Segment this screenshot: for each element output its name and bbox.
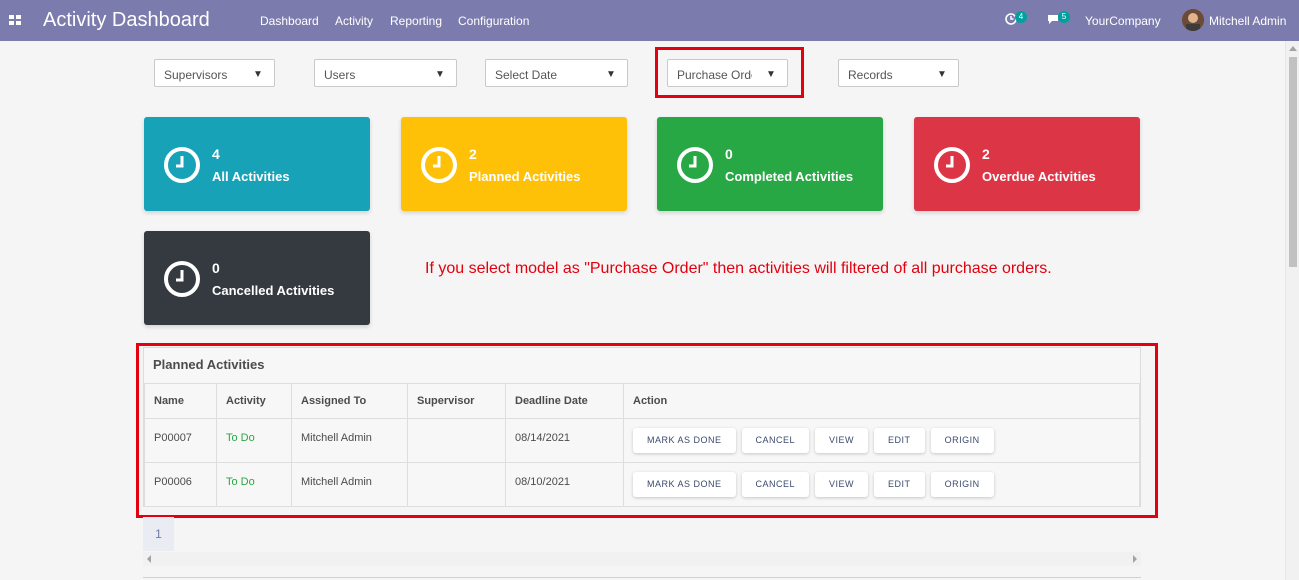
pager-page-1[interactable]: 1	[143, 517, 174, 551]
card-count: 0	[212, 260, 220, 276]
scroll-thumb[interactable]	[1289, 57, 1297, 267]
cancel-button[interactable]: CANCEL	[741, 428, 810, 453]
users-select[interactable]: Users ▼	[314, 59, 457, 87]
message-count-badge: 5	[1058, 11, 1070, 23]
clock-icon	[164, 147, 200, 183]
menu-configuration[interactable]: Configuration	[458, 14, 529, 28]
column-header-assigned-to: Assigned To	[291, 383, 408, 419]
model-select-value: Purchase Order	[677, 68, 752, 82]
cell-supervisor	[407, 462, 506, 507]
origin-button[interactable]: ORIGIN	[930, 472, 994, 497]
horizontal-scrollbar[interactable]	[143, 552, 1141, 566]
scroll-right-arrow-icon[interactable]	[1133, 555, 1137, 563]
cell-actions: MARK AS DONE CANCEL VIEW EDIT ORIGIN	[623, 418, 1140, 463]
table-header-row: Name Activity Assigned To Supervisor Dea…	[144, 383, 1140, 419]
cell-actions: MARK AS DONE CANCEL VIEW EDIT ORIGIN	[623, 462, 1140, 507]
card-label: Planned Activities	[469, 169, 581, 184]
vertical-scrollbar[interactable]	[1285, 41, 1299, 580]
menu-dashboard[interactable]: Dashboard	[260, 14, 319, 28]
card-planned-activities[interactable]: 2 Planned Activities	[401, 117, 627, 211]
divider	[143, 577, 1141, 578]
dropdown-arrow-icon: ▼	[606, 69, 616, 80]
edit-button[interactable]: EDIT	[874, 428, 925, 453]
records-select[interactable]: Records ▼	[838, 59, 959, 87]
card-label: Overdue Activities	[982, 169, 1096, 184]
scroll-left-arrow-icon[interactable]	[147, 555, 151, 563]
planned-activities-panel: Planned Activities Name Activity Assigne…	[143, 347, 1141, 507]
view-button[interactable]: VIEW	[815, 472, 869, 497]
view-button[interactable]: VIEW	[815, 428, 869, 453]
cell-assigned-to: Mitchell Admin	[291, 418, 408, 463]
date-select[interactable]: Select Date ▼	[485, 59, 628, 87]
user-menu[interactable]: Mitchell Admin	[1209, 14, 1286, 28]
supervisors-select[interactable]: Supervisors ▼	[154, 59, 275, 87]
clock-icon	[677, 147, 713, 183]
card-count: 2	[469, 146, 477, 162]
cell-supervisor	[407, 418, 506, 463]
records-select-value: Records	[848, 68, 893, 82]
activity-count-badge: 4	[1015, 11, 1027, 23]
apps-grid-icon[interactable]	[9, 15, 21, 26]
card-completed-activities[interactable]: 0 Completed Activities	[657, 117, 883, 211]
annotation-note: If you select model as "Purchase Order" …	[425, 260, 1052, 277]
company-switcher[interactable]: YourCompany	[1085, 14, 1161, 28]
cell-deadline: 08/14/2021	[505, 418, 624, 463]
card-cancelled-activities[interactable]: 0 Cancelled Activities	[144, 231, 370, 325]
column-header-action: Action	[623, 383, 1140, 419]
cell-activity: To Do	[216, 462, 292, 507]
scroll-up-arrow-icon[interactable]	[1289, 46, 1297, 51]
panel-title: Planned Activities	[153, 357, 265, 372]
origin-button[interactable]: ORIGIN	[930, 428, 994, 453]
cell-assigned-to: Mitchell Admin	[291, 462, 408, 507]
users-select-value: Users	[324, 68, 356, 82]
edit-button[interactable]: EDIT	[874, 472, 925, 497]
card-count: 0	[725, 146, 733, 162]
user-avatar[interactable]	[1182, 9, 1204, 31]
column-header-activity: Activity	[216, 383, 292, 419]
date-select-value: Select Date	[495, 68, 558, 82]
menu-reporting[interactable]: Reporting	[390, 14, 442, 28]
cell-name: P00007	[144, 418, 217, 463]
model-select[interactable]: Purchase Order ▼	[667, 59, 788, 87]
clock-icon	[164, 261, 200, 297]
table-row: P00007 To Do Mitchell Admin 08/14/2021 M…	[144, 418, 1140, 463]
avatar-image	[1182, 9, 1204, 31]
card-all-activities[interactable]: 4 All Activities	[144, 117, 370, 211]
app-title: Activity Dashboard	[43, 9, 210, 31]
column-header-deadline: Deadline Date	[505, 383, 624, 419]
top-navbar: Activity Dashboard Dashboard Activity Re…	[0, 0, 1299, 41]
dropdown-arrow-icon: ▼	[435, 69, 445, 80]
dropdown-arrow-icon: ▼	[937, 69, 947, 80]
card-overdue-activities[interactable]: 2 Overdue Activities	[914, 117, 1140, 211]
table-row: P00006 To Do Mitchell Admin 08/10/2021 M…	[144, 462, 1140, 507]
cell-name: P00006	[144, 462, 217, 507]
cancel-button[interactable]: CANCEL	[741, 472, 810, 497]
clock-icon	[934, 147, 970, 183]
column-header-supervisor: Supervisor	[407, 383, 506, 419]
column-header-name: Name	[144, 383, 217, 419]
dropdown-arrow-icon: ▼	[766, 69, 776, 80]
card-label: Cancelled Activities	[212, 283, 335, 298]
card-count: 4	[212, 146, 220, 162]
menu-activity[interactable]: Activity	[335, 14, 373, 28]
cell-deadline: 08/10/2021	[505, 462, 624, 507]
activities-table: Name Activity Assigned To Supervisor Dea…	[144, 383, 1140, 507]
dropdown-arrow-icon: ▼	[253, 69, 263, 80]
cell-activity: To Do	[216, 418, 292, 463]
card-count: 2	[982, 146, 990, 162]
card-label: All Activities	[212, 169, 290, 184]
card-label: Completed Activities	[725, 169, 854, 184]
clock-icon	[421, 147, 457, 183]
supervisors-select-value: Supervisors	[164, 68, 228, 82]
mark-as-done-button[interactable]: MARK AS DONE	[633, 472, 736, 497]
mark-as-done-button[interactable]: MARK AS DONE	[633, 428, 736, 453]
